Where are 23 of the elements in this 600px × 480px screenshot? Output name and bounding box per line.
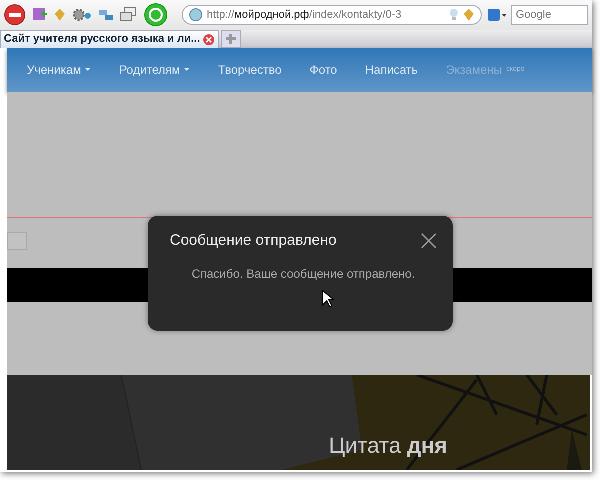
hero-title: Цитата дня [329, 432, 448, 460]
nav-link[interactable]: Родителям [119, 61, 190, 79]
plus-icon[interactable] [226, 34, 236, 44]
bulb-icon[interactable] [449, 8, 459, 22]
stop-icon[interactable] [4, 4, 26, 26]
address-field[interactable]: http://мойродной.рф/index/kontakty/0-3 [182, 5, 482, 25]
nav-link[interactable]: Ученикам [27, 61, 92, 79]
windows-icon[interactable] [120, 7, 138, 23]
nav-link[interactable]: Фото [310, 61, 338, 79]
url-text: http://мойродной.рф/index/kontakty/0-3 [207, 8, 403, 23]
modal-title: Сообщение отправлено [170, 231, 337, 251]
refresh-icon[interactable] [144, 3, 168, 27]
modal-message: Спасибо. Ваше сообщение отправлено. [190, 266, 416, 282]
input-field[interactable] [7, 232, 27, 250]
browser-tab[interactable]: Сайт учителя русского языка и ли... [0, 30, 220, 48]
close-icon[interactable] [203, 34, 216, 46]
new-tab-button[interactable] [221, 30, 242, 48]
search-field[interactable]: Google [511, 5, 588, 25]
cursor-icon [322, 290, 334, 308]
nav-link[interactable]: Написать [365, 61, 418, 79]
close-button[interactable] [421, 233, 437, 250]
nav-link[interactable]: Творчество [218, 61, 282, 79]
gear-icon[interactable] [72, 8, 92, 22]
